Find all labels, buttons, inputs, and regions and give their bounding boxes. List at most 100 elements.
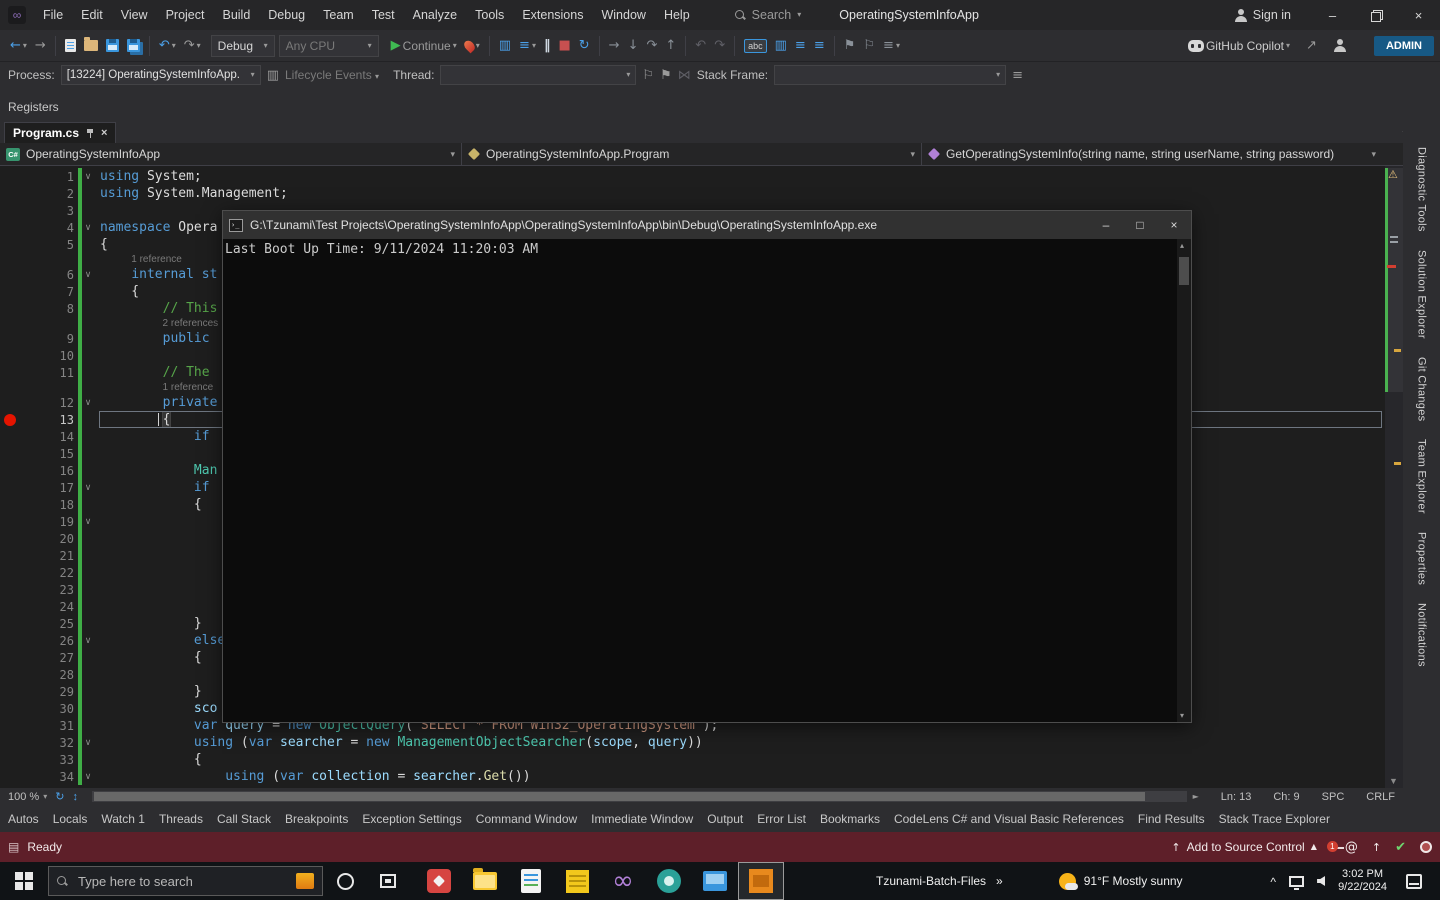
menu-file[interactable]: File: [34, 0, 72, 30]
console-minimize-button[interactable]: –: [1089, 211, 1123, 239]
tab-close-icon[interactable]: ×: [101, 127, 107, 139]
taskbar-search[interactable]: [48, 866, 323, 896]
new-file-button[interactable]: [61, 37, 80, 54]
menu-help[interactable]: Help: [655, 0, 699, 30]
panel-tab-output[interactable]: Output: [707, 812, 743, 826]
document-outline-button[interactable]: ≡▾: [515, 37, 540, 54]
code-line-32[interactable]: 32∨ using (var searcher = new Management…: [0, 734, 1385, 751]
panel-tab-bookmarks[interactable]: Bookmarks: [820, 812, 880, 826]
breakpoint-margin[interactable]: [0, 414, 22, 426]
expand-icon[interactable]: »: [996, 874, 1003, 888]
navigate-forward-button[interactable]: →: [31, 37, 50, 54]
menu-edit[interactable]: Edit: [72, 0, 112, 30]
open-file-button[interactable]: [80, 38, 102, 53]
admin-button[interactable]: ADMIN: [1374, 36, 1434, 56]
thread-dropdown[interactable]: ▾: [440, 65, 636, 85]
task-list-button[interactable]: ≡: [791, 37, 810, 54]
start-button[interactable]: [0, 862, 48, 900]
menu-analyze[interactable]: Analyze: [404, 0, 466, 30]
menu-window[interactable]: Window: [592, 0, 654, 30]
app-icon-visual-studio[interactable]: ∞: [600, 862, 646, 900]
menu-tools[interactable]: Tools: [466, 0, 513, 30]
console-window[interactable]: ›_ G:\Tzunami\Test Projects\OperatingSys…: [222, 210, 1192, 723]
hot-reload-button[interactable]: ▾: [461, 38, 484, 54]
console-maximize-button[interactable]: □: [1123, 211, 1157, 239]
menu-extensions[interactable]: Extensions: [513, 0, 592, 30]
fold-collapse-icon[interactable]: ∨: [82, 738, 94, 748]
menu-debug[interactable]: Debug: [259, 0, 314, 30]
member-dropdown[interactable]: GetOperatingSystemInfo(string name, stri…: [922, 143, 1382, 166]
search-control[interactable]: Search ▾: [725, 6, 812, 24]
task-view-button[interactable]: [380, 874, 396, 888]
taskbar-search-input[interactable]: [76, 873, 288, 890]
editor-vertical-scrollbar[interactable]: ⚠ ▼: [1385, 166, 1403, 788]
fold-collapse-icon[interactable]: ∨: [82, 636, 94, 646]
restore-button[interactable]: [1354, 0, 1397, 30]
menu-build[interactable]: Build: [213, 0, 259, 30]
side-tab-notifications[interactable]: Notifications: [1416, 603, 1428, 667]
console-scrollbar-thumb[interactable]: [1179, 257, 1189, 285]
panel-tab-call-stack[interactable]: Call Stack: [217, 812, 271, 826]
app-icon-document[interactable]: [508, 862, 554, 900]
undo-button[interactable]: ↶▾: [155, 37, 180, 54]
lifecycle-events-dropdown[interactable]: Lifecycle Events ▾: [285, 68, 379, 82]
sign-in-button[interactable]: Sign in: [1234, 8, 1291, 22]
registers-label[interactable]: Registers: [8, 100, 59, 114]
weather-widget[interactable]: 91°F Mostly sunny: [1059, 873, 1183, 890]
step-out-button[interactable]: ↑: [661, 37, 680, 54]
fold-collapse-icon[interactable]: ∨: [82, 398, 94, 408]
previous-bookmark-button[interactable]: ⚐: [859, 37, 879, 54]
volume-icon[interactable]: [1317, 876, 1325, 886]
cortana-button[interactable]: [337, 873, 354, 890]
step-over-button[interactable]: ↷: [642, 37, 661, 54]
background-tasks-icon[interactable]: ▤: [8, 840, 19, 854]
save-button[interactable]: [102, 37, 123, 54]
panel-tab-immediate-window[interactable]: Immediate Window: [591, 812, 693, 826]
show-next-statement-button[interactable]: →: [605, 37, 624, 54]
action-center-icon[interactable]: [1406, 874, 1422, 889]
code-line-34[interactable]: 34∨ using (var collection = searcher.Get…: [0, 768, 1385, 785]
publish-icon[interactable]: ↑: [1372, 842, 1381, 853]
app-icon-sticky-notes[interactable]: [554, 862, 600, 900]
undo-disabled-button[interactable]: ↶: [691, 37, 710, 54]
panel-tab-autos[interactable]: Autos: [8, 812, 39, 826]
codelens-reference-label[interactable]: 1 reference: [131, 254, 182, 265]
scroll-down-icon[interactable]: ▾: [1180, 711, 1184, 720]
sync-icon[interactable]: ↻: [55, 790, 64, 803]
app-icon-teal-circle[interactable]: [646, 862, 692, 900]
menu-test[interactable]: Test: [363, 0, 404, 30]
console-scrollbar[interactable]: ▴ ▾: [1177, 239, 1191, 722]
menu-icon[interactable]: ≡: [1012, 69, 1023, 82]
panel-tab-find-results[interactable]: Find Results: [1138, 812, 1205, 826]
app-icon-console-orange[interactable]: [738, 862, 784, 900]
console-close-button[interactable]: ×: [1157, 211, 1191, 239]
stack-frame-dropdown[interactable]: ▾: [774, 65, 1006, 85]
share-button[interactable]: ↗: [1302, 37, 1321, 54]
code-line-2[interactable]: 2using System.Management;: [0, 185, 1385, 202]
panel-tab-exception-settings[interactable]: Exception Settings: [362, 812, 461, 826]
panel-tab-command-window[interactable]: Command Window: [476, 812, 577, 826]
fold-collapse-icon[interactable]: ∨: [82, 483, 94, 493]
side-tab-properties[interactable]: Properties: [1416, 532, 1428, 585]
solution-configuration-dropdown[interactable]: Debug▾: [211, 35, 275, 57]
toggle-bookmark-button[interactable]: ⚑: [840, 37, 860, 54]
breakpoint-indicator[interactable]: [4, 414, 16, 426]
redo-disabled-button[interactable]: ↷: [710, 37, 729, 54]
fold-collapse-icon[interactable]: ∨: [82, 517, 94, 527]
panel-tab-watch-1[interactable]: Watch 1: [101, 812, 145, 826]
break-all-button[interactable]: ‖: [540, 37, 555, 54]
zoom-dropdown[interactable]: 100 % ▾: [0, 791, 55, 803]
fold-collapse-icon[interactable]: ∨: [82, 223, 94, 233]
add-to-source-control-button[interactable]: ↑ Add to Source Control ▲: [1171, 840, 1316, 854]
scroll-down-icon[interactable]: ▼: [1389, 776, 1398, 786]
line-numbers-button[interactable]: ≡: [810, 37, 829, 54]
save-all-button[interactable]: [123, 37, 144, 54]
menu-team[interactable]: Team: [314, 0, 363, 30]
redo-button[interactable]: ↷▾: [180, 37, 205, 54]
fold-collapse-icon[interactable]: ∨: [82, 270, 94, 280]
codelens-reference-label[interactable]: 1 reference: [163, 382, 214, 393]
continue-button[interactable]: ▶Continue▾: [387, 37, 461, 55]
solution-platform-dropdown[interactable]: Any CPU▾: [279, 35, 379, 57]
github-copilot-button[interactable]: GitHub Copilot▾: [1184, 37, 1294, 55]
taskbar-clock[interactable]: 3:02 PM 9/22/2024: [1338, 868, 1387, 894]
